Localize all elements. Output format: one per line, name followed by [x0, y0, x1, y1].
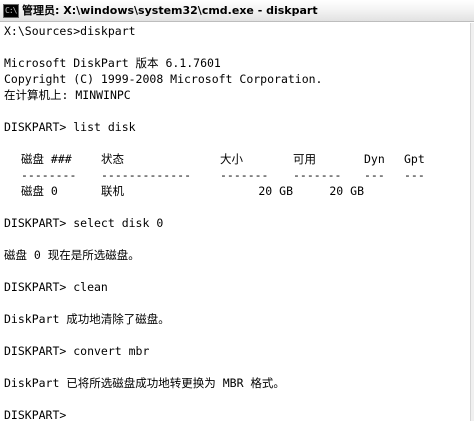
table-header-gpt: Gpt	[404, 152, 425, 166]
table-header-status: 状态	[101, 152, 124, 166]
table-separator: ---	[404, 168, 425, 182]
console-line: DISKPART> convert mbr	[4, 344, 150, 358]
table-separator: --------	[21, 168, 77, 182]
console-line: DiskPart 成功地清除了磁盘。	[4, 312, 170, 326]
table-header-free: 可用	[293, 152, 316, 166]
console-line: Copyright (C) 1999-2008 Microsoft Corpor…	[4, 72, 323, 86]
command-prompt-window[interactable]: C:\ 管理员: X:\windows\system32\cmd.exe - d…	[0, 0, 474, 421]
table-header-disk: 磁盘 ###	[21, 152, 72, 166]
vertical-scrollbar[interactable]	[470, 23, 474, 421]
console-line: X:\Sources>diskpart	[4, 24, 136, 38]
console-line: DISKPART> list disk	[4, 120, 136, 134]
table-cell-disk: 磁盘 0	[21, 184, 58, 198]
table-separator: -------	[293, 168, 342, 182]
console-line: 在计算机上: MINWINPC	[4, 88, 131, 102]
table-cell-status: 联机	[101, 184, 124, 198]
console-output[interactable]: X:\Sources>diskpart Microsoft DiskPart 版…	[0, 23, 470, 421]
table-separator: ---	[364, 168, 385, 182]
console-line: DISKPART> select disk 0	[4, 216, 164, 230]
title-bar[interactable]: C:\ 管理员: X:\windows\system32\cmd.exe - d…	[0, 0, 474, 22]
cmd-console-icon[interactable]: C:\	[3, 4, 19, 18]
table-separator: -------	[220, 168, 269, 182]
table-cell-size: 20 GB	[258, 184, 293, 198]
console-line: DiskPart 已将所选磁盘成功地转更换为 MBR 格式。	[4, 376, 285, 390]
window-title: 管理员: X:\windows\system32\cmd.exe - diskp…	[22, 4, 318, 17]
console-line: DISKPART> clean	[4, 280, 108, 294]
table-cell-free: 20 GB	[329, 184, 364, 198]
console-line: Microsoft DiskPart 版本 6.1.7601	[4, 56, 221, 70]
console-line: 磁盘 0 现在是所选磁盘。	[4, 248, 140, 262]
table-separator: -------------	[101, 168, 192, 182]
table-header-size: 大小	[220, 152, 243, 166]
table-header-dyn: Dyn	[364, 152, 385, 166]
console-prompt[interactable]: DISKPART>	[4, 407, 66, 421]
